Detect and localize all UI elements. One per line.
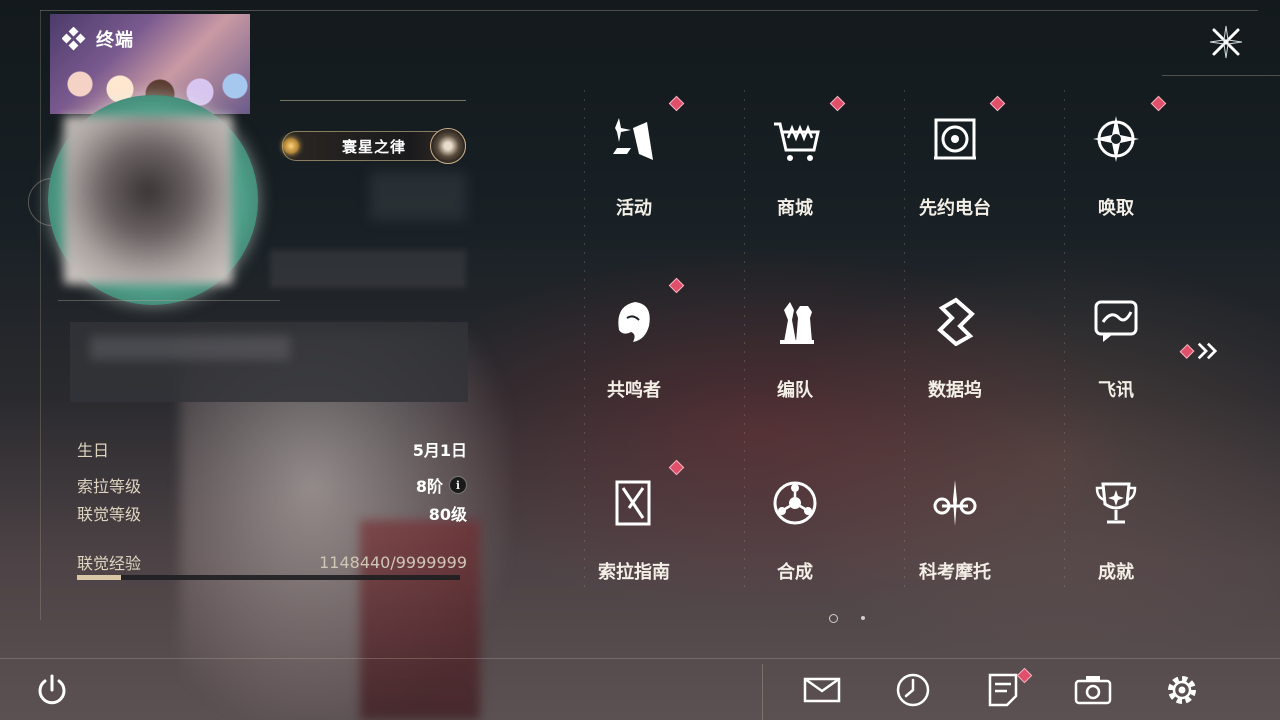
exp-progress-bar bbox=[77, 575, 460, 580]
page-header: 终端 bbox=[62, 26, 134, 52]
menu-tile-11[interactable]: 科考摩托 bbox=[885, 458, 1025, 618]
menu-tile-8[interactable]: 飞讯 bbox=[1046, 276, 1186, 436]
menu-tile-5[interactable]: 共鸣者 bbox=[564, 276, 704, 436]
menu-tile-label: 数据坞 bbox=[928, 380, 982, 401]
menu-tile-label: 商城 bbox=[777, 198, 813, 219]
stat-label: 索拉等级 bbox=[77, 477, 142, 496]
shopping-cart-icon bbox=[774, 122, 820, 161]
signature-obscured bbox=[90, 336, 290, 360]
exp-progress-fill bbox=[77, 575, 122, 580]
menu-tile-label: 唤取 bbox=[1098, 198, 1134, 219]
trophy-icon bbox=[1095, 482, 1137, 524]
avatar[interactable] bbox=[64, 116, 232, 284]
motorbike-icon bbox=[933, 480, 977, 526]
next-page-button[interactable] bbox=[1179, 340, 1220, 362]
frame-line-left bbox=[40, 10, 41, 620]
badge-orb-left-icon bbox=[283, 138, 299, 154]
terminal-diamond-icon bbox=[62, 27, 86, 51]
settings-icon[interactable] bbox=[1162, 670, 1202, 710]
power-icon[interactable] bbox=[32, 670, 72, 710]
frame-line-top bbox=[40, 10, 1258, 11]
menu-tile-4[interactable]: 唤取 bbox=[1046, 94, 1186, 254]
menu-tile-label: 科考摩托 bbox=[919, 562, 991, 583]
menu-tile-label: 成就 bbox=[1098, 562, 1134, 583]
menu-tile-2[interactable]: 商城 bbox=[725, 94, 865, 254]
menu-tile-label: 飞讯 bbox=[1098, 380, 1134, 401]
stat-union-exp: 联觉经验 1148440/9999999 bbox=[77, 550, 467, 574]
message-bubble-icon bbox=[1094, 300, 1138, 342]
menu-tile-12[interactable]: 成就 bbox=[1046, 458, 1186, 618]
stat-label: 联觉经验 bbox=[77, 554, 142, 573]
camera-icon[interactable] bbox=[1073, 670, 1113, 710]
stat-value: 8阶 bbox=[415, 477, 443, 496]
stat-label: 联觉等级 bbox=[77, 505, 142, 524]
menu-tile-6[interactable]: 编队 bbox=[725, 276, 865, 436]
notification-badge bbox=[668, 95, 685, 112]
notification-badge bbox=[668, 459, 685, 476]
radio-player-icon bbox=[934, 118, 976, 160]
page-dot-active[interactable] bbox=[829, 614, 838, 623]
chess-pieces-icon bbox=[780, 302, 814, 344]
honor-title-text: 寰星之律 bbox=[341, 137, 406, 156]
menu-tile-label: 合成 bbox=[777, 562, 813, 583]
guide-book-icon bbox=[615, 480, 651, 526]
menu-tile-label: 先约电台 bbox=[919, 198, 991, 219]
data-dock-icon bbox=[937, 297, 975, 346]
clock-icon[interactable] bbox=[893, 670, 933, 710]
player-name-obscured bbox=[370, 172, 466, 220]
notification-badge bbox=[989, 95, 1006, 112]
sparkle-flag-icon bbox=[613, 118, 653, 160]
menu-tile-label: 索拉指南 bbox=[598, 562, 670, 583]
synthesis-ring-icon bbox=[773, 481, 817, 525]
next-page-badge bbox=[1179, 343, 1195, 359]
player-id-obscured bbox=[270, 250, 466, 288]
profile-divider bbox=[58, 300, 280, 301]
stat-value: 1148440/9999999 bbox=[319, 552, 467, 572]
stat-union-level: 联觉等级 80级 bbox=[77, 501, 467, 525]
info-icon[interactable]: i bbox=[449, 476, 467, 494]
stat-sola-level: 索拉等级 8阶 i bbox=[77, 473, 467, 497]
title-divider bbox=[280, 100, 466, 101]
menu-tile-9[interactable]: 索拉指南 bbox=[564, 458, 704, 618]
frame-line-top-right bbox=[1162, 75, 1280, 76]
bottom-divider bbox=[762, 664, 763, 720]
close-icon[interactable] bbox=[1206, 22, 1246, 62]
menu-tile-label: 共鸣者 bbox=[607, 380, 661, 401]
menu-tile-label: 编队 bbox=[777, 380, 813, 401]
stat-birthday: 生日 5月1日 bbox=[77, 437, 467, 461]
menu-tile-label: 活动 bbox=[616, 198, 652, 219]
stat-value: 5月1日 bbox=[412, 441, 467, 460]
menu-tile-1[interactable]: 活动 bbox=[564, 94, 704, 254]
mail-icon[interactable] bbox=[802, 670, 842, 710]
stat-value-group: 8阶 i bbox=[416, 473, 467, 497]
stat-value: 80级 bbox=[428, 505, 467, 524]
page-title: 终端 bbox=[96, 30, 134, 51]
menu-tile-7[interactable]: 数据坞 bbox=[885, 276, 1025, 436]
badge-orb-right-icon bbox=[430, 128, 466, 164]
page-dot[interactable] bbox=[861, 616, 865, 620]
notification-badge bbox=[829, 95, 846, 112]
notification-badge bbox=[1150, 95, 1167, 112]
signature-box[interactable] bbox=[70, 322, 468, 402]
double-chevron-right-icon bbox=[1198, 342, 1218, 360]
character-portrait-icon bbox=[618, 302, 650, 342]
menu-tile-3[interactable]: 先约电台 bbox=[885, 94, 1025, 254]
frame-line-bottom bbox=[0, 658, 1280, 659]
menu-tile-10[interactable]: 合成 bbox=[725, 458, 865, 618]
stat-label: 生日 bbox=[77, 441, 110, 460]
compass-star-icon bbox=[1093, 116, 1139, 162]
notification-badge bbox=[668, 277, 685, 294]
